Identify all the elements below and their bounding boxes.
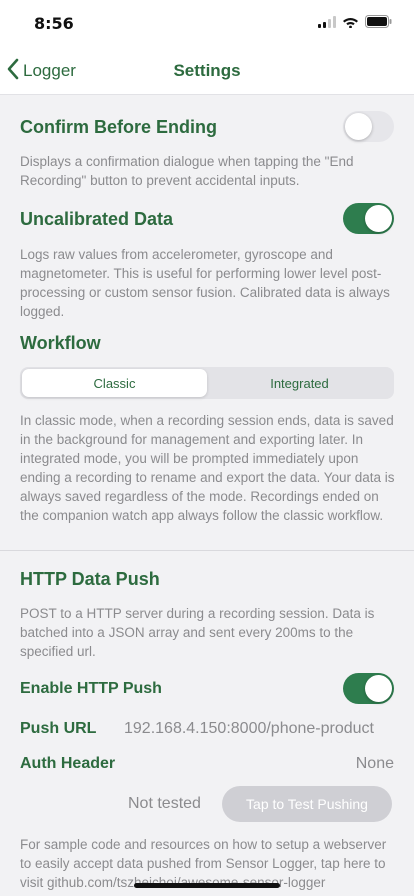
toggle-knob xyxy=(365,205,392,232)
section-divider xyxy=(0,550,414,551)
status-time: 8:56 xyxy=(34,14,74,33)
page-title: Settings xyxy=(173,61,241,80)
uncalibrated-data-toggle[interactable] xyxy=(343,203,394,234)
toggle-knob xyxy=(345,113,372,140)
test-pushing-button[interactable]: Tap to Test Pushing xyxy=(222,786,392,822)
enable-http-push-label: Enable HTTP Push xyxy=(20,680,162,697)
navigation-bar: Logger Settings xyxy=(0,48,414,95)
auth-header-label: Auth Header xyxy=(20,755,116,772)
status-bar: 8:56 xyxy=(0,0,414,48)
confirm-before-ending-toggle[interactable] xyxy=(343,111,394,142)
workflow-option-integrated[interactable]: Integrated xyxy=(207,369,392,397)
cellular-signal-icon xyxy=(318,15,336,33)
test-status-text: Not tested xyxy=(128,795,201,812)
toggle-knob xyxy=(365,675,392,702)
push-url-field[interactable]: 192.168.4.150:8000/phone-product xyxy=(124,720,394,738)
wifi-icon xyxy=(342,15,359,33)
workflow-option-classic[interactable]: Classic xyxy=(22,369,207,397)
push-url-label: Push URL xyxy=(20,720,97,737)
auth-header-value[interactable]: None xyxy=(356,755,394,773)
enable-http-push-toggle[interactable] xyxy=(343,673,394,704)
uncalibrated-data-title: Uncalibrated Data xyxy=(20,209,174,229)
confirm-before-ending-description: Displays a confirmation dialogue when ta… xyxy=(20,154,354,188)
workflow-title: Workflow xyxy=(20,333,101,353)
workflow-segmented-control: Classic Integrated xyxy=(20,367,394,399)
uncalibrated-data-description: Logs raw values from accelerometer, gyro… xyxy=(20,247,390,319)
home-indicator xyxy=(134,883,280,888)
settings-screen: 8:56 Logger Settings Confirm Before Endi… xyxy=(0,0,414,896)
confirm-before-ending-title: Confirm Before Ending xyxy=(20,117,217,137)
http-data-push-title: HTTP Data Push xyxy=(20,569,160,589)
workflow-description: In classic mode, when a recording sessio… xyxy=(20,413,395,523)
status-icons xyxy=(318,15,392,33)
battery-icon xyxy=(365,15,392,33)
http-data-push-description: POST to a HTTP server during a recording… xyxy=(20,606,375,659)
